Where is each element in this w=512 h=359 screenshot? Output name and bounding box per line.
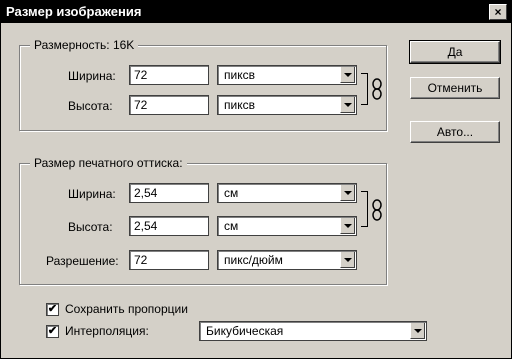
print-width-unit-value: см bbox=[224, 186, 239, 200]
ok-button[interactable]: Да bbox=[409, 40, 501, 64]
pixel-width-unit-select[interactable]: пиксв bbox=[217, 65, 357, 85]
pixel-width-field[interactable]: 72 bbox=[129, 65, 209, 85]
pixel-height-label: Высота: bbox=[68, 99, 113, 113]
pixel-height-unit-value: пиксв bbox=[224, 98, 255, 112]
cancel-button[interactable]: Отменить bbox=[410, 77, 500, 99]
image-size-dialog: Размер изображения × Размерность: 16K Ши… bbox=[0, 0, 512, 359]
resolution-unit-value: пикс/дюйм bbox=[224, 253, 283, 267]
resample-checkbox[interactable]: ✔ bbox=[46, 325, 59, 338]
auto-button[interactable]: Авто... bbox=[410, 121, 500, 143]
print-width-label: Ширина: bbox=[68, 187, 116, 201]
print-height-label: Высота: bbox=[68, 220, 113, 234]
constrain-proportions-label: Сохранить пропорции bbox=[65, 302, 188, 316]
close-icon: × bbox=[494, 5, 502, 19]
chevron-down-icon[interactable] bbox=[340, 67, 355, 83]
resample-label: Интерполяция: bbox=[65, 324, 149, 338]
close-button[interactable]: × bbox=[489, 4, 507, 20]
chevron-down-icon[interactable] bbox=[340, 185, 355, 201]
link-chain-icon bbox=[372, 78, 382, 100]
dialog-title: Размер изображения bbox=[6, 4, 142, 19]
constrain-proportions-checkbox[interactable]: ✔ bbox=[46, 303, 59, 316]
resolution-label: Разрешение: bbox=[46, 254, 119, 268]
print-width-field[interactable]: 2,54 bbox=[129, 183, 209, 203]
pixel-width-label: Ширина: bbox=[68, 69, 116, 83]
print-height-unit-value: см bbox=[224, 219, 239, 233]
print-height-unit-select[interactable]: см bbox=[217, 216, 357, 236]
chevron-down-icon[interactable] bbox=[410, 323, 425, 339]
resample-method-select[interactable]: Бикубическая bbox=[199, 321, 427, 341]
print-constrain-bracket bbox=[361, 191, 368, 227]
check-icon: ✔ bbox=[47, 303, 58, 315]
pixel-height-unit-select[interactable]: пиксв bbox=[217, 95, 357, 115]
pixel-height-field[interactable]: 72 bbox=[129, 95, 209, 115]
constrain-bracket bbox=[361, 73, 368, 105]
pixel-width-unit-value: пиксв bbox=[224, 68, 255, 82]
resolution-field[interactable]: 72 bbox=[129, 250, 209, 270]
chevron-down-icon[interactable] bbox=[340, 97, 355, 113]
print-size-legend: Размер печатного оттиска: bbox=[30, 156, 187, 170]
check-icon: ✔ bbox=[47, 325, 58, 337]
pixel-dimensions-group: Размерность: 16K bbox=[19, 38, 387, 131]
resample-method-value: Бикубическая bbox=[206, 324, 284, 338]
title-bar: Размер изображения × bbox=[1, 1, 511, 23]
chevron-down-icon[interactable] bbox=[340, 252, 355, 268]
resolution-unit-select[interactable]: пикс/дюйм bbox=[217, 250, 357, 270]
print-height-field[interactable]: 2,54 bbox=[129, 216, 209, 236]
print-width-unit-select[interactable]: см bbox=[217, 183, 357, 203]
link-chain-icon bbox=[372, 199, 382, 221]
pixel-dimensions-legend: Размерность: 16K bbox=[30, 38, 139, 52]
chevron-down-icon[interactable] bbox=[340, 218, 355, 234]
